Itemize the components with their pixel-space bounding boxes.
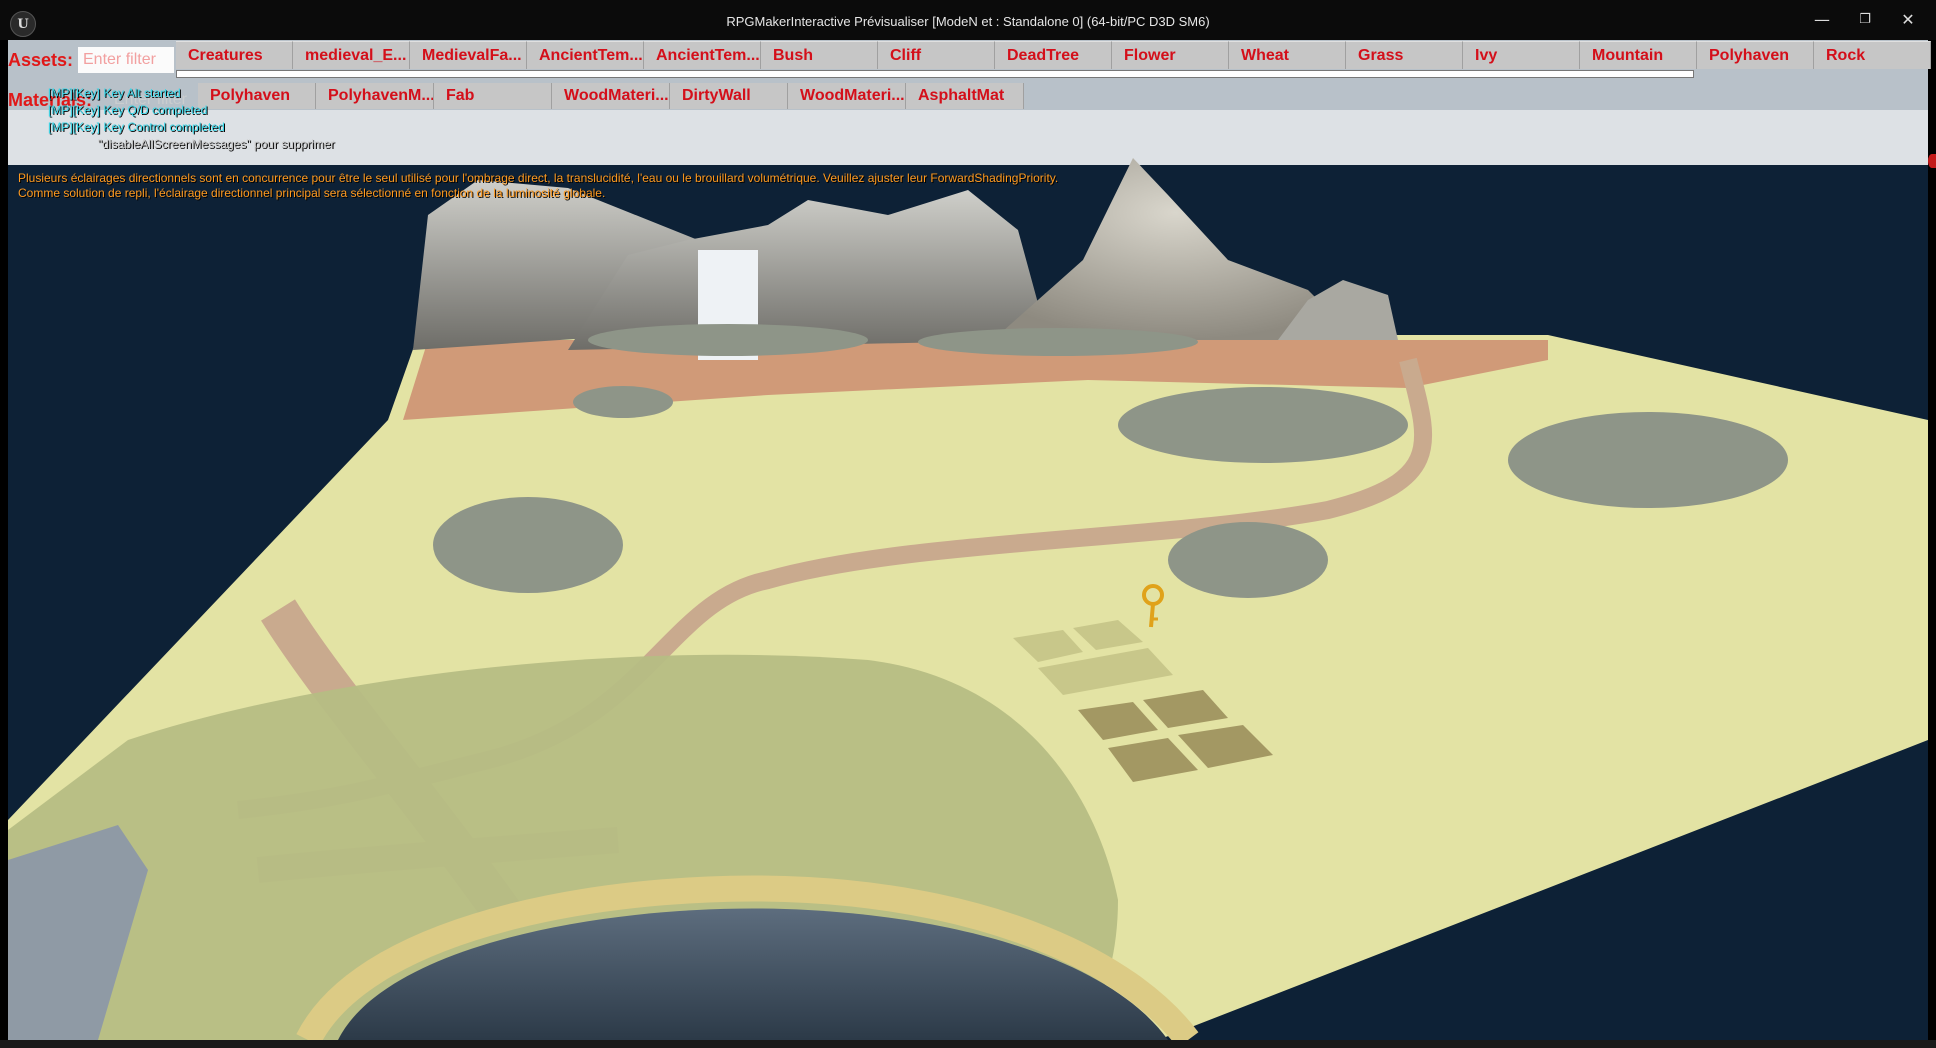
- material-button[interactable]: Polyhaven: [198, 83, 316, 109]
- asset-button[interactable]: Ivy: [1463, 41, 1580, 69]
- lighting-warning-line-1: Plusieurs éclairages directionnels sont …: [18, 171, 1059, 185]
- material-button[interactable]: WoodMateri...: [552, 83, 670, 109]
- asset-button[interactable]: DeadTree: [995, 41, 1112, 69]
- asset-button[interactable]: MedievalFa...: [410, 41, 527, 69]
- material-button[interactable]: WoodMateri...: [788, 83, 906, 109]
- asset-button[interactable]: Creatures: [176, 41, 293, 69]
- disable-messages-hint: "disableAllScreenMessages" pour supprime…: [98, 137, 335, 151]
- material-button-row: Polyhaven PolyhavenM... Fab WoodMateri... Di…: [198, 83, 1024, 109]
- debug-message: [MP][Key] Key Q/D completed: [48, 103, 208, 117]
- bottom-taskbar-strip: [0, 1040, 1936, 1048]
- asset-button[interactable]: medieval_E...: [293, 41, 410, 69]
- asset-button[interactable]: Mountain: [1580, 41, 1697, 69]
- asset-button[interactable]: Rock: [1814, 41, 1931, 69]
- asset-button[interactable]: Wheat: [1229, 41, 1346, 69]
- bush-cluster: [433, 497, 623, 593]
- material-button[interactable]: AsphaltMat: [906, 83, 1024, 109]
- minimize-button[interactable]: —: [1802, 6, 1842, 34]
- maximize-button[interactable]: ❐: [1845, 6, 1885, 34]
- bush-cluster: [573, 386, 673, 418]
- assets-label: Assets:: [8, 50, 74, 70]
- window-title: RPGMakerInteractive Prévisualiser [ModeN…: [726, 14, 1210, 29]
- assets-filter-input[interactable]: [78, 47, 174, 73]
- debug-message: [MP][Key] Key Alt started: [48, 86, 181, 100]
- asset-button[interactable]: Polyhaven: [1697, 41, 1814, 69]
- material-button[interactable]: PolyhavenM...: [316, 83, 434, 109]
- lighting-warning-line-2: Comme solution de repli, l'éclairage dir…: [18, 186, 606, 200]
- debug-message: [MP][Key] Key Control completed: [48, 120, 225, 134]
- material-button[interactable]: DirtyWall: [670, 83, 788, 109]
- material-button[interactable]: Fab: [434, 83, 552, 109]
- title-bar[interactable]: U RPGMakerInteractive Prévisualiser [Mod…: [0, 0, 1936, 40]
- asset-button-row: Creatures medieval_E... MedievalFa... Ancie…: [176, 41, 1931, 69]
- bush-cluster: [918, 328, 1198, 356]
- app-window: U RPGMakerInteractive Prévisualiser [Mod…: [0, 0, 1936, 1048]
- bush-cluster: [588, 324, 868, 356]
- edge-indicator: [1928, 154, 1936, 168]
- asset-button[interactable]: Cliff: [878, 41, 995, 69]
- asset-button[interactable]: AncientTem...: [527, 41, 644, 69]
- asset-button[interactable]: Flower: [1112, 41, 1229, 69]
- asset-button[interactable]: Grass: [1346, 41, 1463, 69]
- bush-cluster: [1118, 387, 1408, 463]
- bush-cluster: [1168, 522, 1328, 598]
- asset-button[interactable]: AncientTem...: [644, 41, 761, 69]
- asset-progress-bar: [176, 70, 1694, 78]
- bush-cluster: [1508, 412, 1788, 508]
- asset-button[interactable]: Bush: [761, 41, 878, 69]
- close-button[interactable]: ✕: [1888, 6, 1928, 34]
